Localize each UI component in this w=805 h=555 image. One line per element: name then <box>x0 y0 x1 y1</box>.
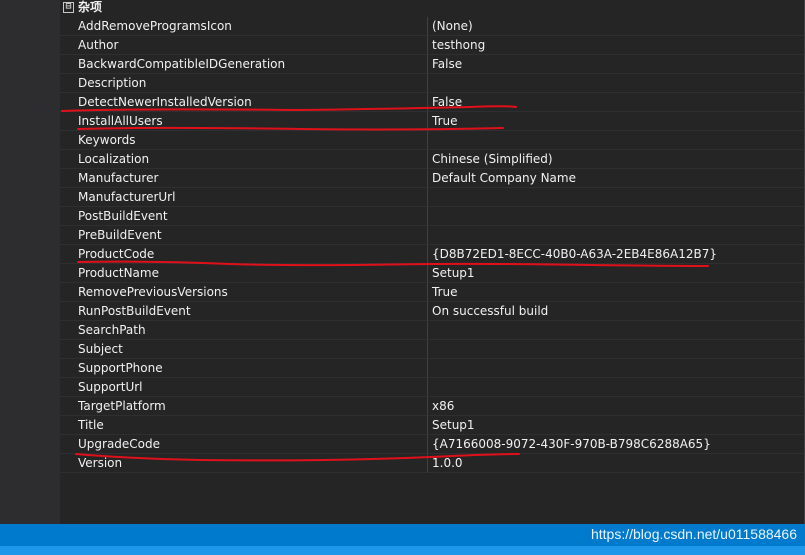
property-row[interactable]: Manufacturer Default Company Name <box>60 169 805 188</box>
category-header[interactable]: ⊟ 杂项 <box>60 0 805 17</box>
property-name[interactable]: Description <box>60 74 427 93</box>
category-label: 杂项 <box>78 0 103 14</box>
property-name[interactable]: Subject <box>60 340 427 359</box>
property-rows: AddRemoveProgramsIcon (None) Author testhon… <box>60 17 805 473</box>
property-row[interactable]: TargetPlatform x86 <box>60 397 805 416</box>
property-grid: ⊟ 杂项 AddRemoveProgramsIcon (None) Author te… <box>60 0 805 524</box>
left-gutter <box>0 0 61 524</box>
property-value[interactable]: False <box>427 55 805 74</box>
property-row[interactable]: SupportPhone <box>60 359 805 378</box>
property-row[interactable]: Version 1.0.0 <box>60 454 805 473</box>
property-value[interactable] <box>427 131 805 150</box>
property-row[interactable]: DetectNewerInstalledVersion False <box>60 93 805 112</box>
property-row[interactable]: RunPostBuildEvent On successful build <box>60 302 805 321</box>
property-value[interactable] <box>427 359 805 378</box>
property-value[interactable]: Chinese (Simplified) <box>427 150 805 169</box>
property-value[interactable] <box>427 188 805 207</box>
property-name[interactable]: RunPostBuildEvent <box>60 302 427 321</box>
property-window: ⊟ 杂项 AddRemoveProgramsIcon (None) Author te… <box>0 0 805 555</box>
property-name[interactable]: SupportPhone <box>60 359 427 378</box>
property-row[interactable]: PreBuildEvent <box>60 226 805 245</box>
property-row[interactable]: ProductCode {D8B72ED1-8ECC-40B0-A63A-2EB4… <box>60 245 805 264</box>
property-row[interactable]: Localization Chinese (Simplified) <box>60 150 805 169</box>
property-name[interactable]: ManufacturerUrl <box>60 188 427 207</box>
property-name[interactable]: InstallAllUsers <box>60 112 427 131</box>
property-value[interactable]: On successful build <box>427 302 805 321</box>
property-name[interactable]: TargetPlatform <box>60 397 427 416</box>
watermark-text: https://blog.csdn.net/u011588466 <box>590 526 797 542</box>
grid-empty-area <box>60 475 805 524</box>
property-row[interactable]: PostBuildEvent <box>60 207 805 226</box>
property-value[interactable]: Default Company Name <box>427 169 805 188</box>
property-name[interactable]: SupportUrl <box>60 378 427 397</box>
property-name[interactable]: Author <box>60 36 427 55</box>
property-name[interactable]: PostBuildEvent <box>60 207 427 226</box>
property-row[interactable]: AddRemoveProgramsIcon (None) <box>60 17 805 36</box>
property-row[interactable]: ManufacturerUrl <box>60 188 805 207</box>
property-name[interactable]: ProductName <box>60 264 427 283</box>
property-row[interactable]: SupportUrl <box>60 378 805 397</box>
property-row[interactable]: UpgradeCode {A7166008-9072-430F-970B-B798… <box>60 435 805 454</box>
property-row[interactable]: RemovePreviousVersions True <box>60 283 805 302</box>
property-value[interactable]: {D8B72ED1-8ECC-40B0-A63A-2EB4E86A12B7} <box>427 245 805 264</box>
property-name[interactable]: UpgradeCode <box>60 435 427 454</box>
property-value[interactable] <box>427 207 805 226</box>
property-name[interactable]: AddRemoveProgramsIcon <box>60 17 427 36</box>
property-value[interactable]: True <box>427 283 805 302</box>
property-row[interactable]: Author testhong <box>60 36 805 55</box>
status-bar-lower-band <box>0 546 805 555</box>
property-name[interactable]: Version <box>60 454 427 473</box>
status-bar: https://blog.csdn.net/u011588466 <box>0 524 805 555</box>
property-row[interactable]: Title Setup1 <box>60 416 805 435</box>
property-row[interactable]: SearchPath <box>60 321 805 340</box>
property-name[interactable]: PreBuildEvent <box>60 226 427 245</box>
property-name[interactable]: RemovePreviousVersions <box>60 283 427 302</box>
property-row[interactable]: ProductName Setup1 <box>60 264 805 283</box>
property-name[interactable]: Localization <box>60 150 427 169</box>
collapse-toggle-icon[interactable]: ⊟ <box>63 2 74 13</box>
property-row[interactable]: BackwardCompatibleIDGeneration False <box>60 55 805 74</box>
property-name[interactable]: BackwardCompatibleIDGeneration <box>60 55 427 74</box>
property-value[interactable]: x86 <box>427 397 805 416</box>
property-row[interactable]: Subject <box>60 340 805 359</box>
property-name[interactable]: ProductCode <box>60 245 427 264</box>
property-value[interactable]: True <box>427 112 805 131</box>
property-value[interactable] <box>427 340 805 359</box>
property-value[interactable]: (None) <box>427 17 805 36</box>
property-value[interactable]: Setup1 <box>427 264 805 283</box>
property-value[interactable]: testhong <box>427 36 805 55</box>
property-value[interactable] <box>427 226 805 245</box>
property-value[interactable] <box>427 321 805 340</box>
property-row[interactable]: Keywords <box>60 131 805 150</box>
property-name[interactable]: DetectNewerInstalledVersion <box>60 93 427 112</box>
property-value[interactable] <box>427 74 805 93</box>
property-value[interactable]: False <box>427 93 805 112</box>
property-value[interactable]: {A7166008-9072-430F-970B-B798C6288A65} <box>427 435 805 454</box>
property-name[interactable]: SearchPath <box>60 321 427 340</box>
property-name[interactable]: Title <box>60 416 427 435</box>
property-value[interactable]: 1.0.0 <box>427 454 805 473</box>
property-row[interactable]: Description <box>60 74 805 93</box>
property-value[interactable]: Setup1 <box>427 416 805 435</box>
property-row[interactable]: InstallAllUsers True <box>60 112 805 131</box>
property-value[interactable] <box>427 378 805 397</box>
property-name[interactable]: Keywords <box>60 131 427 150</box>
property-name[interactable]: Manufacturer <box>60 169 427 188</box>
